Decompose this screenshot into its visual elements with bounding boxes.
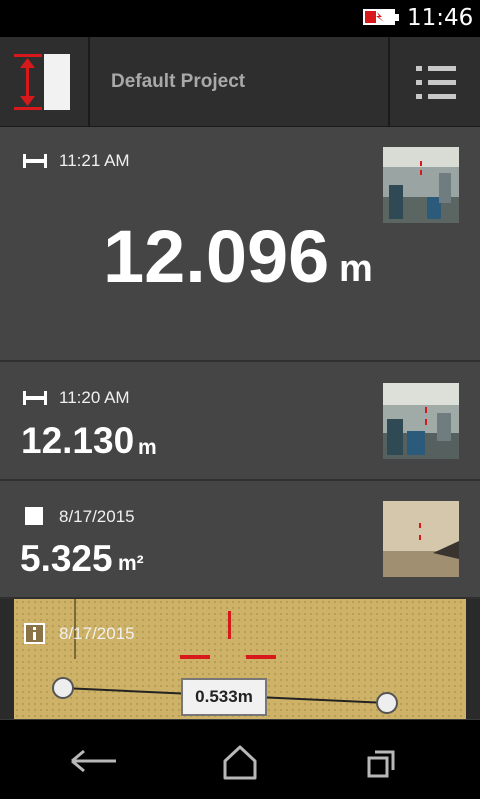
measurement-thumbnail[interactable] xyxy=(383,383,459,459)
measurement-time: 11:21 AM xyxy=(59,151,130,170)
measurement-unit: m xyxy=(138,436,157,459)
status-bar: 11:46 xyxy=(0,0,480,37)
distance-icon xyxy=(23,391,47,405)
area-icon xyxy=(25,507,43,525)
measurement-value: 12.130 xyxy=(21,420,135,461)
measurement-time: 8/17/2015 xyxy=(59,507,135,526)
distance-logo-icon[interactable] xyxy=(0,37,90,127)
home-icon[interactable] xyxy=(222,744,258,780)
measurement-thumbnail[interactable] xyxy=(383,147,459,223)
measurement-time: 11:20 AM xyxy=(59,388,130,407)
distance-icon xyxy=(23,154,47,168)
measurement-item[interactable]: 8/17/2015 5.325 m² xyxy=(0,481,480,599)
measure-label: 0.533m xyxy=(181,678,267,716)
recents-icon[interactable] xyxy=(366,748,398,780)
measurement-unit: m² xyxy=(118,552,144,575)
measurement-item[interactable]: 11:20 AM 12.130 m xyxy=(0,362,480,481)
measurement-unit: m xyxy=(339,248,373,290)
measurement-value: 5.325 xyxy=(20,538,113,579)
photo-measure-icon xyxy=(24,623,45,644)
list-menu-icon[interactable] xyxy=(388,37,480,127)
battery-charging-icon xyxy=(363,9,399,25)
app-header: Default Project xyxy=(0,37,480,127)
back-icon[interactable] xyxy=(68,746,120,776)
project-title[interactable]: Default Project xyxy=(111,71,245,93)
measurement-item[interactable]: 11:21 AM 12.096 m xyxy=(0,127,480,362)
navigation-bar xyxy=(0,719,480,799)
measurement-thumbnail[interactable] xyxy=(383,501,459,577)
status-time: 11:46 xyxy=(407,5,474,31)
measurement-value: 12.096 xyxy=(103,215,330,298)
photo-measurement-item[interactable]: 8/17/2015 0.533m xyxy=(0,599,480,719)
measurement-time: 8/17/2015 xyxy=(59,624,135,643)
